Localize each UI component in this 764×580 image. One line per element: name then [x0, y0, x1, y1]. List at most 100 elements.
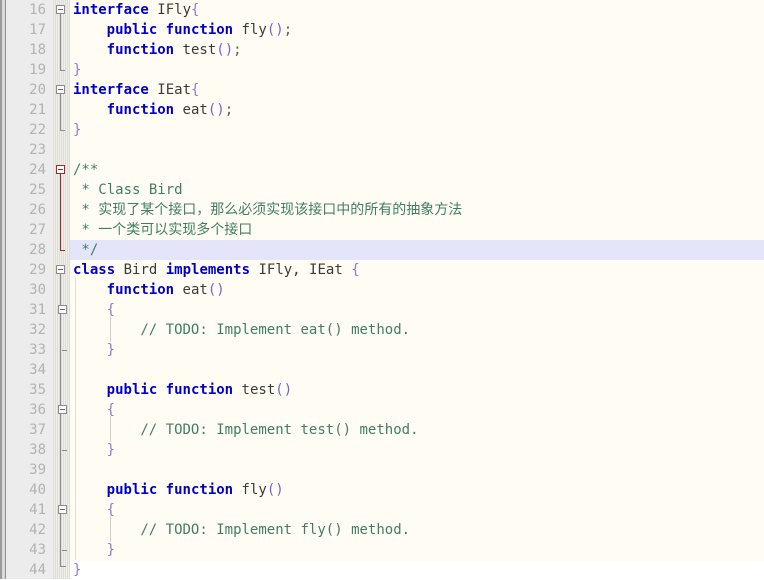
line-number[interactable]: 20	[6, 80, 46, 100]
code-line[interactable]: public function fly()	[107, 480, 284, 500]
code-line[interactable]: // TODO: Implement test() method.	[140, 420, 418, 440]
code-line[interactable]: {	[107, 300, 115, 320]
token-cjk: 一个类可以实现多个接口	[98, 222, 253, 238]
line-number[interactable]: 41	[6, 500, 46, 520]
line-number[interactable]: 17	[6, 20, 46, 40]
minus-icon	[58, 269, 63, 270]
code-line[interactable]: }	[107, 340, 115, 360]
fold-collapse-icon[interactable]	[58, 405, 67, 414]
line-number[interactable]: 29	[6, 260, 46, 280]
code-line[interactable]: // TODO: Implement eat() method.	[140, 320, 410, 340]
fold-range-line	[60, 20, 61, 40]
fold-collapse-icon[interactable]	[56, 85, 65, 94]
fold-range-end-corner	[60, 560, 66, 567]
line-number[interactable]: 34	[6, 360, 46, 380]
fold-range-line	[60, 540, 61, 560]
token-comment: */	[73, 242, 99, 258]
code-line[interactable]: public function test()	[107, 380, 292, 400]
fold-collapse-icon[interactable]	[58, 305, 67, 314]
line-number[interactable]: 22	[6, 120, 46, 140]
token-cjk: 实现了某个接口，那么必须实现该接口中的所有的抽象方法	[98, 202, 463, 218]
token-brace: }	[106, 542, 116, 558]
code-line[interactable]: * Class Bird	[73, 180, 182, 200]
code-line[interactable]: /**	[73, 160, 98, 180]
code-line[interactable]: }	[73, 560, 81, 580]
code-line[interactable]: // TODO: Implement fly() method.	[140, 520, 410, 540]
token-kw: public function	[106, 382, 234, 398]
code-line[interactable]: function eat()	[107, 280, 225, 300]
code-line[interactable]: */	[73, 240, 98, 260]
line-number[interactable]: 42	[6, 520, 46, 540]
fold-collapse-icon[interactable]	[56, 5, 65, 14]
token-punc: ;	[224, 102, 234, 118]
line-number[interactable]: 36	[6, 400, 46, 420]
line-number[interactable]: 30	[6, 280, 46, 300]
current-line-highlight	[70, 240, 764, 260]
line-number[interactable]: 38	[6, 440, 46, 460]
line-number[interactable]: 23	[6, 140, 46, 160]
line-number[interactable]: 18	[6, 40, 46, 60]
fold-range-line	[60, 40, 61, 60]
line-number[interactable]: 24	[6, 160, 46, 180]
token-punc: ;	[233, 42, 242, 58]
token-kw: function	[106, 102, 175, 118]
minus-icon	[58, 169, 63, 170]
line-number[interactable]: 31	[6, 300, 46, 320]
token-brace: }	[106, 442, 116, 458]
line-number[interactable]: 21	[6, 100, 46, 120]
line-number[interactable]: 35	[6, 380, 46, 400]
line-number[interactable]: 43	[6, 540, 46, 560]
code-line[interactable]: }	[107, 440, 115, 460]
token-brace: {	[106, 402, 116, 418]
line-number[interactable]: 40	[6, 480, 46, 500]
code-line[interactable]: * 一个类可以实现多个接口	[73, 220, 252, 240]
code-line[interactable]: }	[107, 540, 115, 560]
code-line[interactable]: interface IEat{	[73, 80, 199, 100]
token-brace: {	[351, 262, 360, 278]
fold-range-line	[60, 60, 61, 70]
minus-icon	[58, 9, 63, 10]
line-number[interactable]: 33	[6, 340, 46, 360]
line-number[interactable]: 19	[6, 60, 46, 80]
fold-range-end-tick	[60, 250, 65, 251]
line-number[interactable]: 32	[6, 320, 46, 340]
code-editor[interactable]: 16 17 18 19 20 21 22 23 24 25 26 27 28 29 30 31 32 33 34 35…	[0, 0, 764, 579]
fold-range-line	[60, 320, 61, 340]
fold-range-end-tick	[62, 450, 67, 451]
line-number[interactable]: 25	[6, 180, 46, 200]
token-paren: ()	[266, 22, 284, 38]
token-comment: *	[73, 202, 99, 218]
token-brace: {	[191, 2, 200, 18]
fold-range-line	[60, 480, 61, 500]
token-id: fly	[233, 22, 267, 38]
fold-range-line	[60, 220, 61, 240]
token-id: eat	[174, 282, 208, 298]
code-line[interactable]: function eat();	[107, 100, 233, 120]
code-line[interactable]: {	[107, 500, 115, 520]
code-line[interactable]: public function fly();	[107, 20, 292, 40]
code-line[interactable]: {	[107, 400, 115, 420]
line-number[interactable]: 27	[6, 220, 46, 240]
fold-range-end-tick	[62, 550, 67, 551]
code-line[interactable]: }	[73, 120, 81, 140]
code-line[interactable]: * 实现了某个接口，那么必须实现该接口中的所有的抽象方法	[73, 200, 462, 220]
line-number[interactable]: 37	[6, 420, 46, 440]
line-number[interactable]: 39	[6, 460, 46, 480]
token-id: IFly, IEat	[250, 262, 352, 278]
code-line[interactable]: function test();	[107, 40, 242, 60]
token-kw: class	[73, 262, 116, 278]
code-line[interactable]: }	[73, 60, 81, 80]
code-line[interactable]: interface IFly{	[73, 0, 199, 20]
fold-range-line	[60, 120, 61, 130]
token-kw: implements	[165, 262, 251, 278]
line-number[interactable]: 26	[6, 200, 46, 220]
line-number[interactable]: 28	[6, 240, 46, 260]
code-line[interactable]: class Bird implements IFly, IEat {	[73, 260, 360, 280]
token-id: eat	[174, 102, 208, 118]
fold-collapse-icon[interactable]	[56, 165, 65, 174]
line-number[interactable]: 44	[6, 560, 46, 580]
fold-collapse-icon[interactable]	[58, 505, 67, 514]
token-kw: interface	[73, 2, 149, 18]
line-number[interactable]: 16	[6, 0, 46, 20]
fold-collapse-icon[interactable]	[56, 265, 65, 274]
